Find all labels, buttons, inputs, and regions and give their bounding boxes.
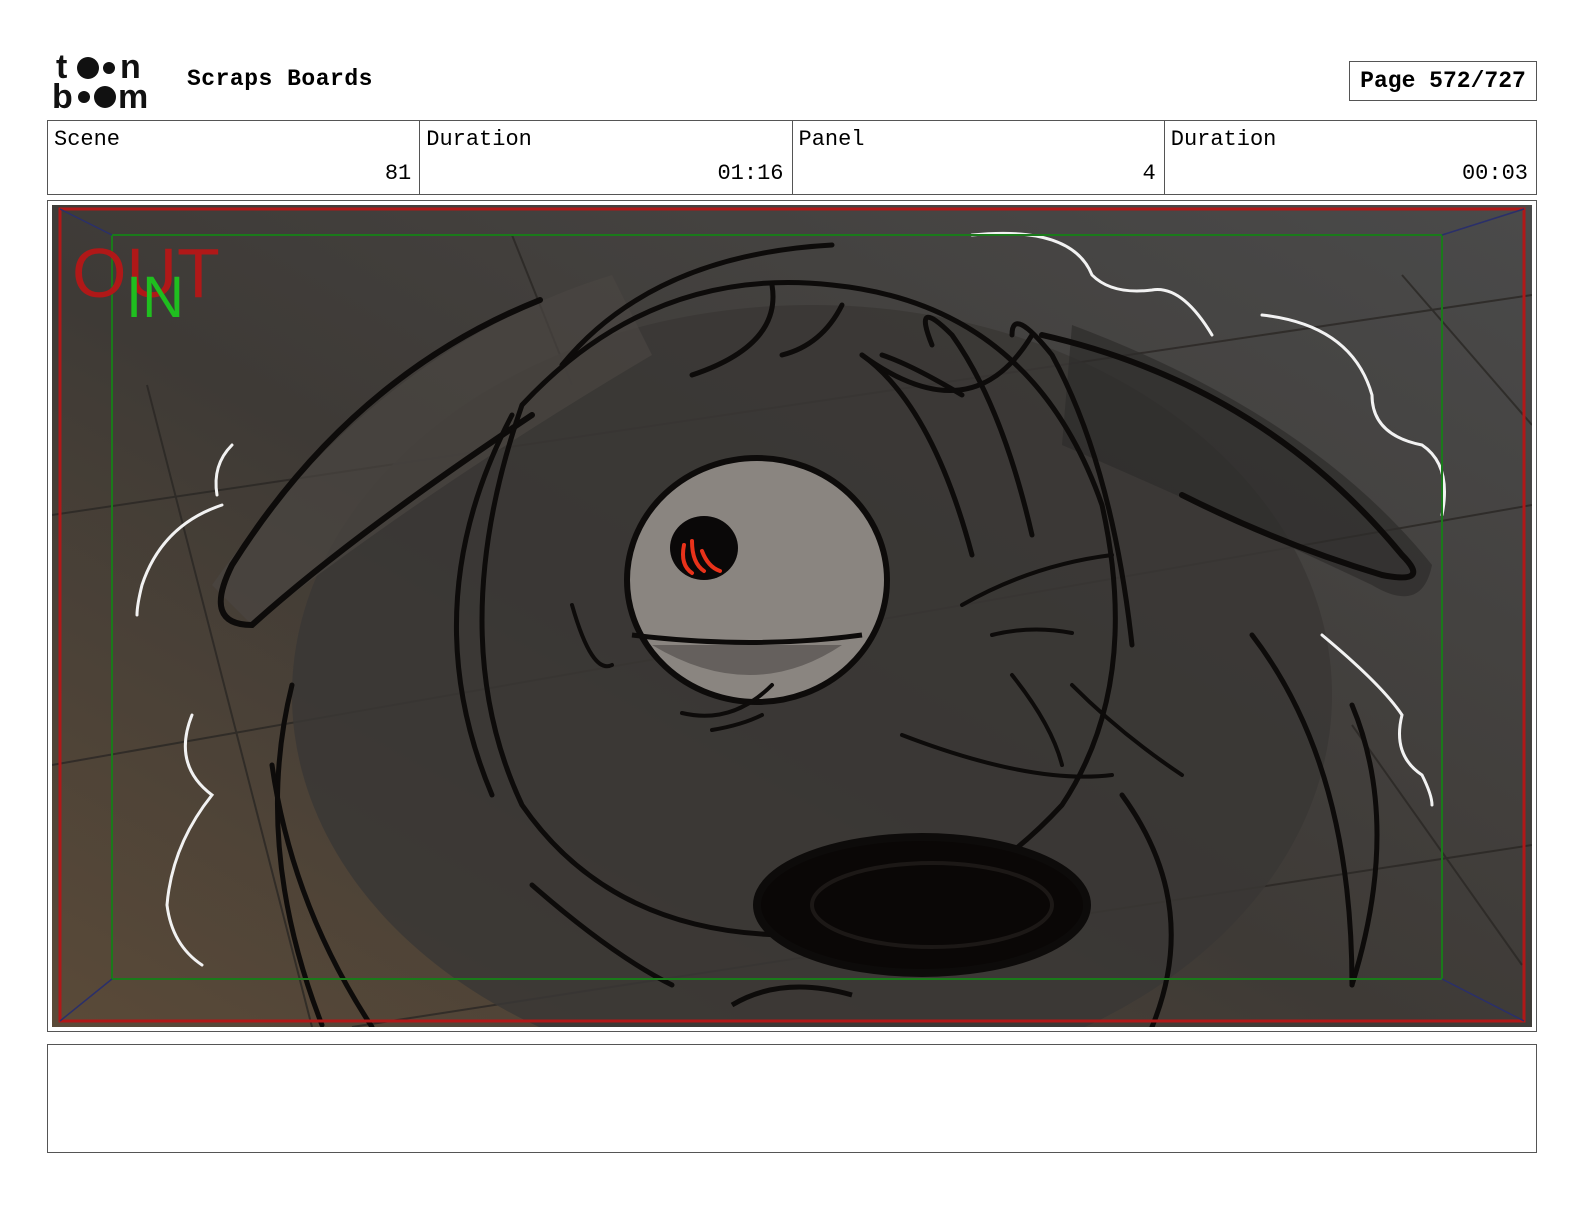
scene-duration-label: Duration xyxy=(426,127,532,152)
panel-value: 4 xyxy=(1142,161,1156,186)
scene-value: 81 xyxy=(384,161,412,186)
panel-duration-label: Duration xyxy=(1170,127,1277,152)
panel-notes-box xyxy=(47,1044,1537,1153)
page-number: Page 572/727 xyxy=(1349,61,1537,101)
scene-duration-cell: Duration 01:16 xyxy=(420,121,793,194)
svg-text:b: b xyxy=(52,78,73,112)
storyboard-panel-image: OUT IN xyxy=(52,205,1532,1027)
panel-duration-cell: Duration 00:03 xyxy=(1165,121,1536,194)
scene-cell: Scene 81 xyxy=(48,121,421,194)
panel-label: Panel xyxy=(798,127,865,152)
scene-duration-value: 01:16 xyxy=(717,161,784,186)
svg-text:m: m xyxy=(118,78,148,112)
in-marker: IN xyxy=(126,265,184,330)
project-title: Scraps Boards xyxy=(187,66,373,92)
panel-info-bar: Scene 81 Duration 01:16 Panel 4 Duration… xyxy=(47,120,1537,195)
scene-label: Scene xyxy=(54,127,121,152)
panel-duration-value: 00:03 xyxy=(1461,161,1528,186)
panel-cell: Panel 4 xyxy=(793,121,1165,194)
toon-boom-logo: t n b m xyxy=(52,48,164,116)
